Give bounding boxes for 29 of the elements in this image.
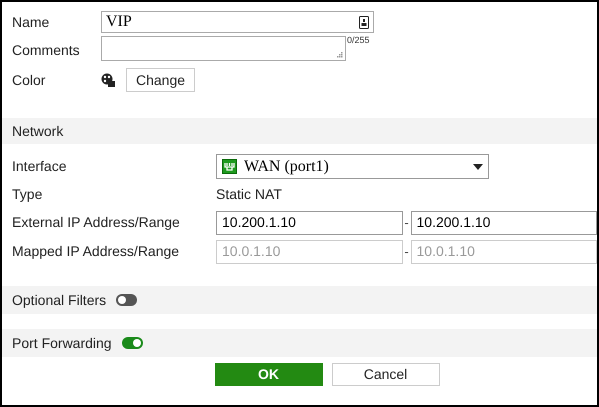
field-label: Type	[12, 185, 44, 204]
field-label: Interface	[12, 157, 68, 176]
name-field[interactable]: VIP	[101, 11, 374, 33]
change-button[interactable]: Change	[126, 68, 196, 92]
type-value: Static NAT	[216, 185, 282, 204]
ok-button[interactable]: OK	[214, 363, 322, 386]
cancel-button[interactable]: Cancel	[332, 363, 440, 386]
resize-grip-icon	[337, 52, 343, 58]
field-label: External IP Address/Range	[12, 213, 181, 232]
interface-dropdown[interactable]: WAN (port1)	[216, 154, 489, 179]
toggle-label: Port Forwarding	[12, 334, 112, 353]
color-palette-icon	[101, 73, 115, 87]
ip-field[interactable]: 10.200.1.10	[216, 210, 403, 234]
toggle-label: Optional Filters	[12, 290, 106, 310]
field-label: Name	[12, 12, 50, 32]
section-header: Network	[2, 118, 597, 144]
port-icon	[222, 159, 237, 174]
toggle-switch[interactable]	[116, 294, 138, 306]
ip-field[interactable]: 10.200.1.10	[410, 210, 597, 234]
dropdown-caret-icon	[473, 164, 483, 170]
field-label: Comments	[12, 41, 81, 60]
field-label: Color	[12, 70, 46, 90]
field-label: Mapped IP Address/Range	[12, 242, 180, 261]
toggle-switch[interactable]	[122, 337, 143, 349]
range-separator: -	[403, 214, 410, 232]
comments-field[interactable]	[101, 36, 346, 61]
character-counter: 0/255	[347, 34, 370, 47]
id-card-icon	[359, 16, 369, 28]
range-separator: -	[403, 242, 410, 261]
